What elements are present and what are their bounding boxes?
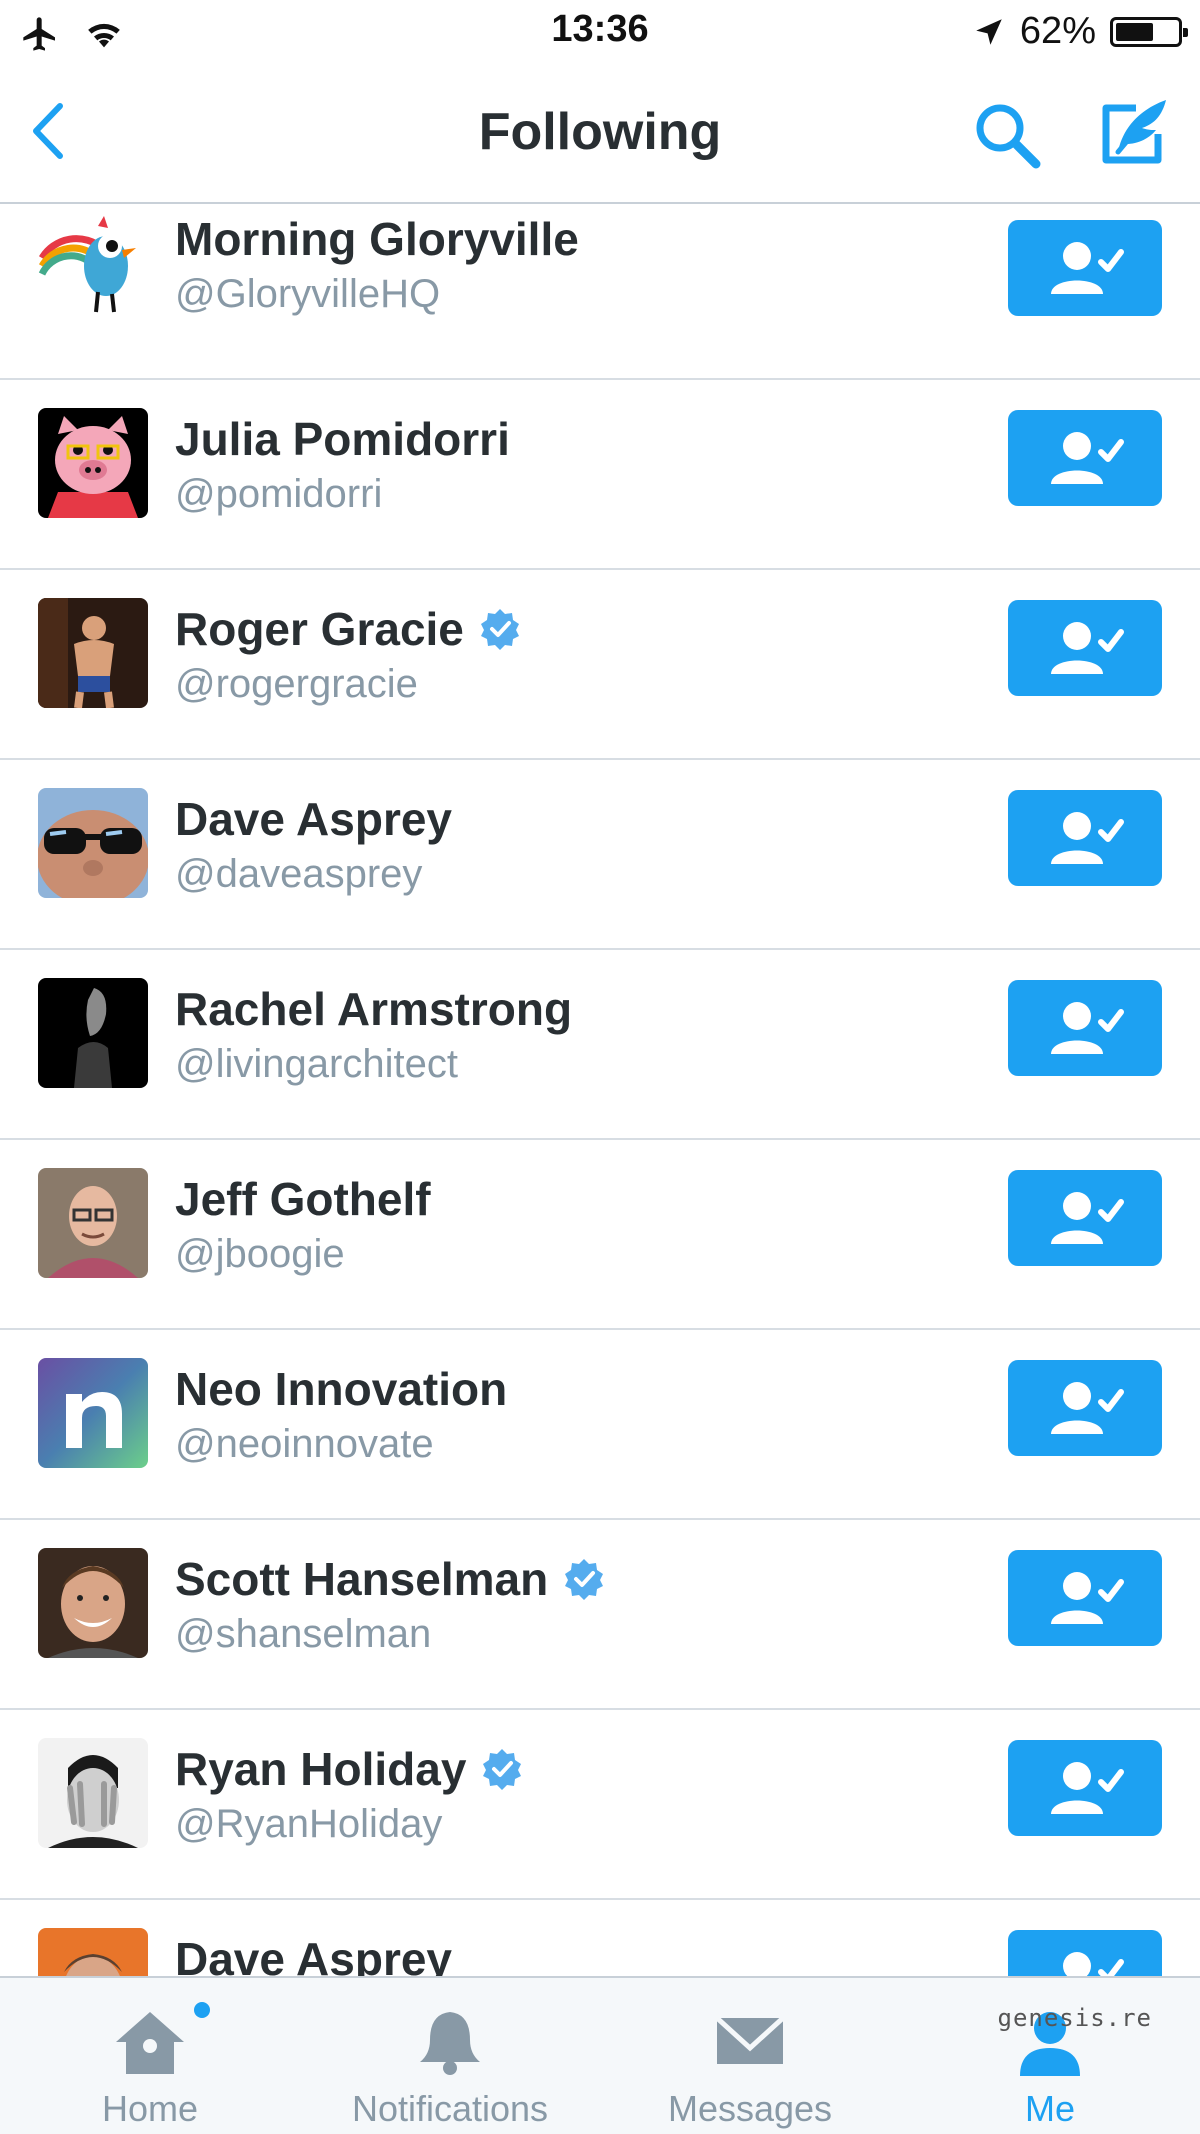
person-check-icon — [1063, 1952, 1124, 1976]
avatar[interactable] — [38, 1358, 148, 1468]
envelope-icon — [715, 2016, 785, 2064]
verified-badge-icon — [483, 1749, 522, 1790]
avatar[interactable] — [38, 978, 148, 1088]
battery-percent: 62 — [1019, 10, 1063, 52]
list-item[interactable]: Dave Asprey — [0, 1900, 1200, 1976]
following-toggle-button[interactable] — [1008, 1360, 1162, 1456]
avatar[interactable] — [38, 408, 148, 518]
tab-me[interactable]: Me — [900, 1978, 1200, 2134]
list-item[interactable]: Julia Pomidorri @pomidorri — [0, 380, 1200, 570]
account-name[interactable]: Morning Gloryville — [175, 212, 579, 266]
tab-bar: Home Notifications Messages Me — [0, 1976, 1200, 2134]
status-bar: 13:36 62% — [0, 0, 1200, 66]
following-toggle-button[interactable] — [1008, 1930, 1162, 1976]
person-check-icon — [1051, 1572, 1124, 1624]
account-name[interactable]: Ryan Holiday — [175, 1742, 466, 1796]
avatar[interactable] — [38, 208, 148, 318]
account-handle: @neoinnovate — [175, 1422, 434, 1466]
verified-badge-icon — [480, 609, 519, 650]
tab-notifications[interactable]: Notifications — [300, 1978, 600, 2134]
following-toggle-button[interactable] — [1008, 980, 1162, 1076]
list-item[interactable]: Dave Asprey @daveasprey — [0, 760, 1200, 950]
avatar[interactable] — [38, 1928, 148, 1976]
list-item[interactable]: Scott Hanselman @shanselman — [0, 1520, 1200, 1710]
person-check-icon — [1051, 622, 1124, 674]
search-icon[interactable] — [970, 98, 1046, 174]
person-check-icon — [1051, 812, 1124, 864]
avatar[interactable] — [38, 788, 148, 898]
avatar[interactable] — [38, 1738, 148, 1848]
tab-label-notifications: Notifications — [351, 2088, 549, 2129]
tab-label-home: Home — [101, 2088, 199, 2129]
account-name[interactable]: Julia Pomidorri — [175, 412, 510, 466]
account-name[interactable]: Jeff Gothelf — [175, 1172, 431, 1226]
account-handle: @jboogie — [175, 1232, 345, 1276]
list-item[interactable]: Roger Gracie @rogergracie — [0, 570, 1200, 760]
account-name[interactable]: Dave Asprey — [175, 1932, 452, 1976]
location-arrow-icon — [976, 18, 1002, 45]
account-handle: @shanselman — [175, 1612, 432, 1656]
person-check-icon — [1051, 1192, 1124, 1244]
account-handle: @livingarchitect — [175, 1042, 458, 1086]
avatar[interactable] — [38, 598, 148, 708]
list-item[interactable]: Jeff Gothelf @jboogie — [0, 1140, 1200, 1330]
account-handle: @rogergracie — [175, 662, 418, 706]
person-check-icon — [1051, 242, 1124, 294]
following-toggle-button[interactable] — [1008, 1740, 1162, 1836]
following-toggle-button[interactable] — [1008, 410, 1162, 506]
account-name[interactable]: Dave Asprey — [175, 792, 452, 846]
account-name[interactable]: Neo Innovation — [175, 1362, 507, 1416]
avatar[interactable] — [38, 1548, 148, 1658]
person-check-icon — [1051, 1762, 1124, 1814]
person-check-icon — [1051, 432, 1124, 484]
person-check-icon — [1051, 1382, 1124, 1434]
person-check-icon — [1051, 1002, 1124, 1054]
watermark-text: genesis.re — [997, 2004, 1152, 2032]
tab-label-me: Me — [1024, 2088, 1075, 2129]
list-item[interactable]: Neo Innovation @neoinnovate — [0, 1330, 1200, 1520]
battery-percent-sign: % — [1062, 10, 1096, 52]
account-handle: @pomidorri — [175, 472, 383, 516]
battery-level — [1116, 22, 1153, 41]
compose-tweet-icon[interactable] — [1092, 94, 1172, 174]
home-unread-badge — [194, 2002, 210, 2018]
following-toggle-button[interactable] — [1008, 1550, 1162, 1646]
following-toggle-button[interactable] — [1008, 790, 1162, 886]
navigation-bar: Following — [0, 66, 1200, 204]
following-list: Morning Gloryville @GloryvilleHQ Julia P… — [0, 204, 1200, 1976]
battery-icon — [1110, 16, 1188, 47]
account-handle: @daveasprey — [175, 852, 423, 896]
home-icon — [116, 2012, 184, 2074]
list-item[interactable]: Ryan Holiday @RyanHoliday — [0, 1710, 1200, 1900]
account-name[interactable]: Rachel Armstrong — [175, 982, 572, 1036]
list-item[interactable]: Morning Gloryville @GloryvilleHQ — [0, 204, 1200, 380]
following-toggle-button[interactable] — [1008, 600, 1162, 696]
account-name[interactable]: Scott Hanselman — [175, 1552, 548, 1606]
list-item[interactable]: Rachel Armstrong @livingarchitect — [0, 950, 1200, 1140]
tab-home[interactable]: Home — [0, 1978, 300, 2134]
account-handle: @GloryvilleHQ — [175, 272, 441, 316]
tab-messages[interactable]: Messages — [600, 1978, 900, 2134]
avatar[interactable] — [38, 1168, 148, 1278]
tab-label-messages: Messages — [667, 2088, 833, 2129]
verified-badge-icon — [565, 1559, 604, 1600]
bell-icon — [420, 2012, 480, 2075]
account-handle: @RyanHoliday — [175, 1802, 443, 1846]
following-toggle-button[interactable] — [1008, 220, 1162, 316]
following-toggle-button[interactable] — [1008, 1170, 1162, 1266]
account-name[interactable]: Roger Gracie — [175, 602, 464, 656]
